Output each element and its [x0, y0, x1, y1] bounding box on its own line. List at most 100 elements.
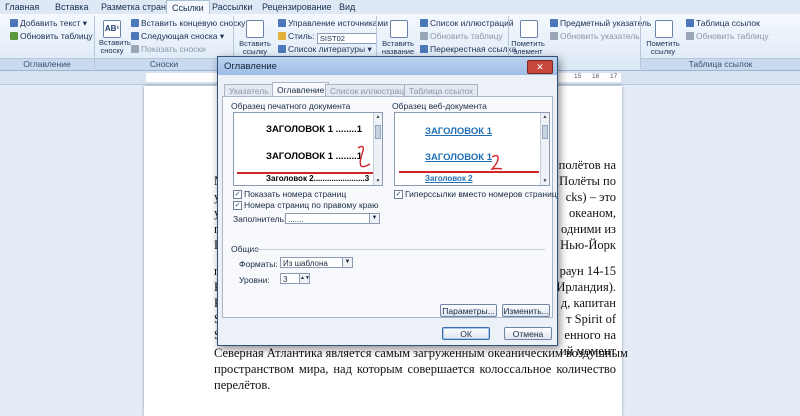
update-figures-button[interactable]: Обновить таблицу	[420, 31, 503, 41]
web-preview: ЗАГОЛОВОК 1 ЗАГОЛОВОК 1 Заголовок 2 ▲ ▼	[394, 112, 550, 186]
doc-line: cks) – это	[565, 190, 616, 204]
figures-icon	[420, 19, 428, 27]
mark-entry-icon	[520, 20, 538, 38]
cross-reference-icon	[420, 45, 428, 53]
scroll-thumb[interactable]	[375, 125, 381, 139]
insert-toa-button[interactable]: Таблица ссылок	[686, 18, 760, 28]
manage-sources-icon	[278, 19, 286, 27]
bibliography-button[interactable]: Список литературы ▾	[278, 44, 372, 54]
tab-home[interactable]: Главная	[0, 0, 44, 14]
separator	[253, 249, 545, 250]
show-page-numbers-checkbox[interactable]: ✓	[233, 190, 242, 199]
toa-icon	[686, 19, 694, 27]
preview-scrollbar[interactable]: ▲ ▼	[540, 113, 549, 185]
options-button[interactable]: Параметры...	[440, 304, 497, 317]
tab-view[interactable]: Вид	[334, 0, 360, 14]
bibliography-icon	[278, 45, 286, 53]
doc-line: Ирландия).	[556, 280, 616, 294]
insert-endnote-button[interactable]: Вставить концевую сноску	[131, 18, 245, 28]
insert-caption-button[interactable]: Вставить название	[380, 40, 416, 56]
show-page-numbers-label: Показать номера страниц	[244, 189, 347, 199]
scroll-down-arrow[interactable]: ▼	[542, 178, 548, 184]
doc-line: д, капитан	[560, 296, 616, 310]
tab-mailings[interactable]: Рассылки	[207, 0, 257, 14]
ruler-number: 16	[592, 73, 600, 80]
web-entry[interactable]: ЗАГОЛОВОК 1	[425, 152, 492, 163]
show-notes-button[interactable]: Показать сноски	[131, 44, 206, 54]
chevron-down-icon: ▼	[369, 214, 379, 223]
manage-sources-button[interactable]: Управление источниками	[278, 18, 388, 28]
toa-group-label: Таблица ссылок	[641, 58, 800, 70]
insert-index-button[interactable]: Предметный указатель	[550, 18, 651, 28]
hyperlinks-checkbox[interactable]: ✓	[394, 190, 403, 199]
doc-line: океаном,	[569, 206, 616, 220]
style-combo[interactable]: SIST02	[316, 33, 377, 44]
tab-review[interactable]: Рецензирование	[257, 0, 337, 14]
annotation-underline	[237, 172, 373, 174]
scroll-down-arrow[interactable]: ▼	[375, 178, 381, 184]
stepper-arrows-icon[interactable]: ▲▼	[299, 274, 310, 283]
insert-citation-button[interactable]: Вставить ссылку	[238, 40, 272, 56]
tab-insert[interactable]: Вставка	[50, 0, 93, 14]
doc-line: одними из	[561, 222, 616, 236]
web-preview-label: Образец веб-документа	[392, 101, 487, 111]
mark-entry-button[interactable]: Пометить элемент	[510, 40, 546, 56]
endnote-icon	[131, 19, 139, 27]
add-text-icon	[10, 19, 18, 27]
next-footnote-button[interactable]: Следующая сноска ▾	[131, 31, 224, 41]
right-align-checkbox[interactable]: ✓	[233, 201, 242, 210]
doc-line: раун 14-15	[559, 264, 616, 278]
web-entry[interactable]: ЗАГОЛОВОК 1	[425, 126, 492, 137]
cross-reference-button[interactable]: Перекрестная ссылка	[420, 44, 516, 54]
style-selector[interactable]: Стиль: SIST02	[278, 31, 377, 44]
preview-scrollbar[interactable]: ▲ ▼	[373, 113, 382, 185]
scroll-up-arrow[interactable]: ▲	[375, 114, 381, 120]
update-toc-button[interactable]: Обновить таблицу	[10, 31, 93, 41]
print-entry: ЗАГОЛОВОК 1 ........1	[266, 124, 363, 135]
doc-line: т Spirit of	[566, 312, 616, 326]
scroll-up-arrow[interactable]: ▲	[542, 114, 548, 120]
print-preview: ЗАГОЛОВОК 1 ........1 ЗАГОЛОВОК 1 ......…	[233, 112, 383, 186]
right-align-label: Номера страниц по правому краю	[244, 200, 379, 210]
close-button[interactable]: ✕	[527, 60, 553, 74]
formats-select[interactable]: Из шаблона ▼	[280, 257, 353, 268]
modify-button[interactable]: Изменить...	[502, 304, 550, 317]
style-icon	[278, 32, 286, 40]
dialog-titlebar[interactable]: Оглавление ✕	[218, 57, 557, 75]
toc-group-label: Оглавление	[0, 58, 94, 70]
update-icon	[10, 32, 18, 40]
doc-line: Северная Атлантика является самым загруж…	[214, 346, 628, 360]
scroll-thumb[interactable]	[542, 125, 548, 139]
doc-line: перелётов.	[214, 378, 271, 392]
ribbon-tabs: Главная Вставка Разметка страницы Ссылки…	[0, 0, 800, 16]
levels-stepper[interactable]: 3 ▲▼	[280, 273, 310, 284]
add-text-button[interactable]: Добавить текст ▾	[10, 18, 87, 28]
toc-dialog: Оглавление ✕ Указатель Оглавление Список…	[217, 56, 558, 346]
cancel-button[interactable]: Отмена	[504, 327, 552, 340]
toc-panel: Образец печатного документа ЗАГОЛОВОК 1 …	[222, 96, 557, 318]
formats-label: Форматы:	[239, 259, 278, 269]
doc-line: полётов на	[558, 158, 616, 172]
print-entry: Заголовок 2.......................3	[266, 174, 370, 183]
mark-citation-button[interactable]: Пометить ссылку	[644, 40, 682, 56]
doc-line: пространством мира, над которым совершае…	[214, 362, 616, 376]
footnotes-group-label: Сноски	[95, 58, 233, 70]
update-index-button[interactable]: Обновить указатель	[550, 31, 640, 41]
doc-line: Полёты по	[559, 174, 616, 188]
dialog-title: Оглавление	[224, 61, 277, 72]
doc-line: енного на	[564, 328, 616, 342]
mark-citation-icon	[655, 20, 673, 38]
tab-toc[interactable]: Оглавление	[272, 82, 330, 97]
tab-leader-select[interactable]: ....... ▼	[285, 213, 380, 224]
insert-footnote-button[interactable]: Вставить сноску	[99, 39, 131, 55]
update-icon	[550, 32, 558, 40]
tab-leader-label: Заполнитель:	[233, 214, 287, 224]
print-entry: ЗАГОЛОВОК 1 ........1	[266, 151, 363, 162]
web-entry[interactable]: Заголовок 2	[425, 174, 473, 183]
table-of-figures-button[interactable]: Список иллюстраций	[420, 18, 514, 28]
chevron-down-icon: ▼	[342, 258, 352, 267]
update-toa-button[interactable]: Обновить таблицу	[686, 31, 769, 41]
citation-icon	[246, 20, 264, 38]
ok-button[interactable]: ОК	[442, 327, 490, 340]
ruler-number: 17	[610, 73, 618, 80]
